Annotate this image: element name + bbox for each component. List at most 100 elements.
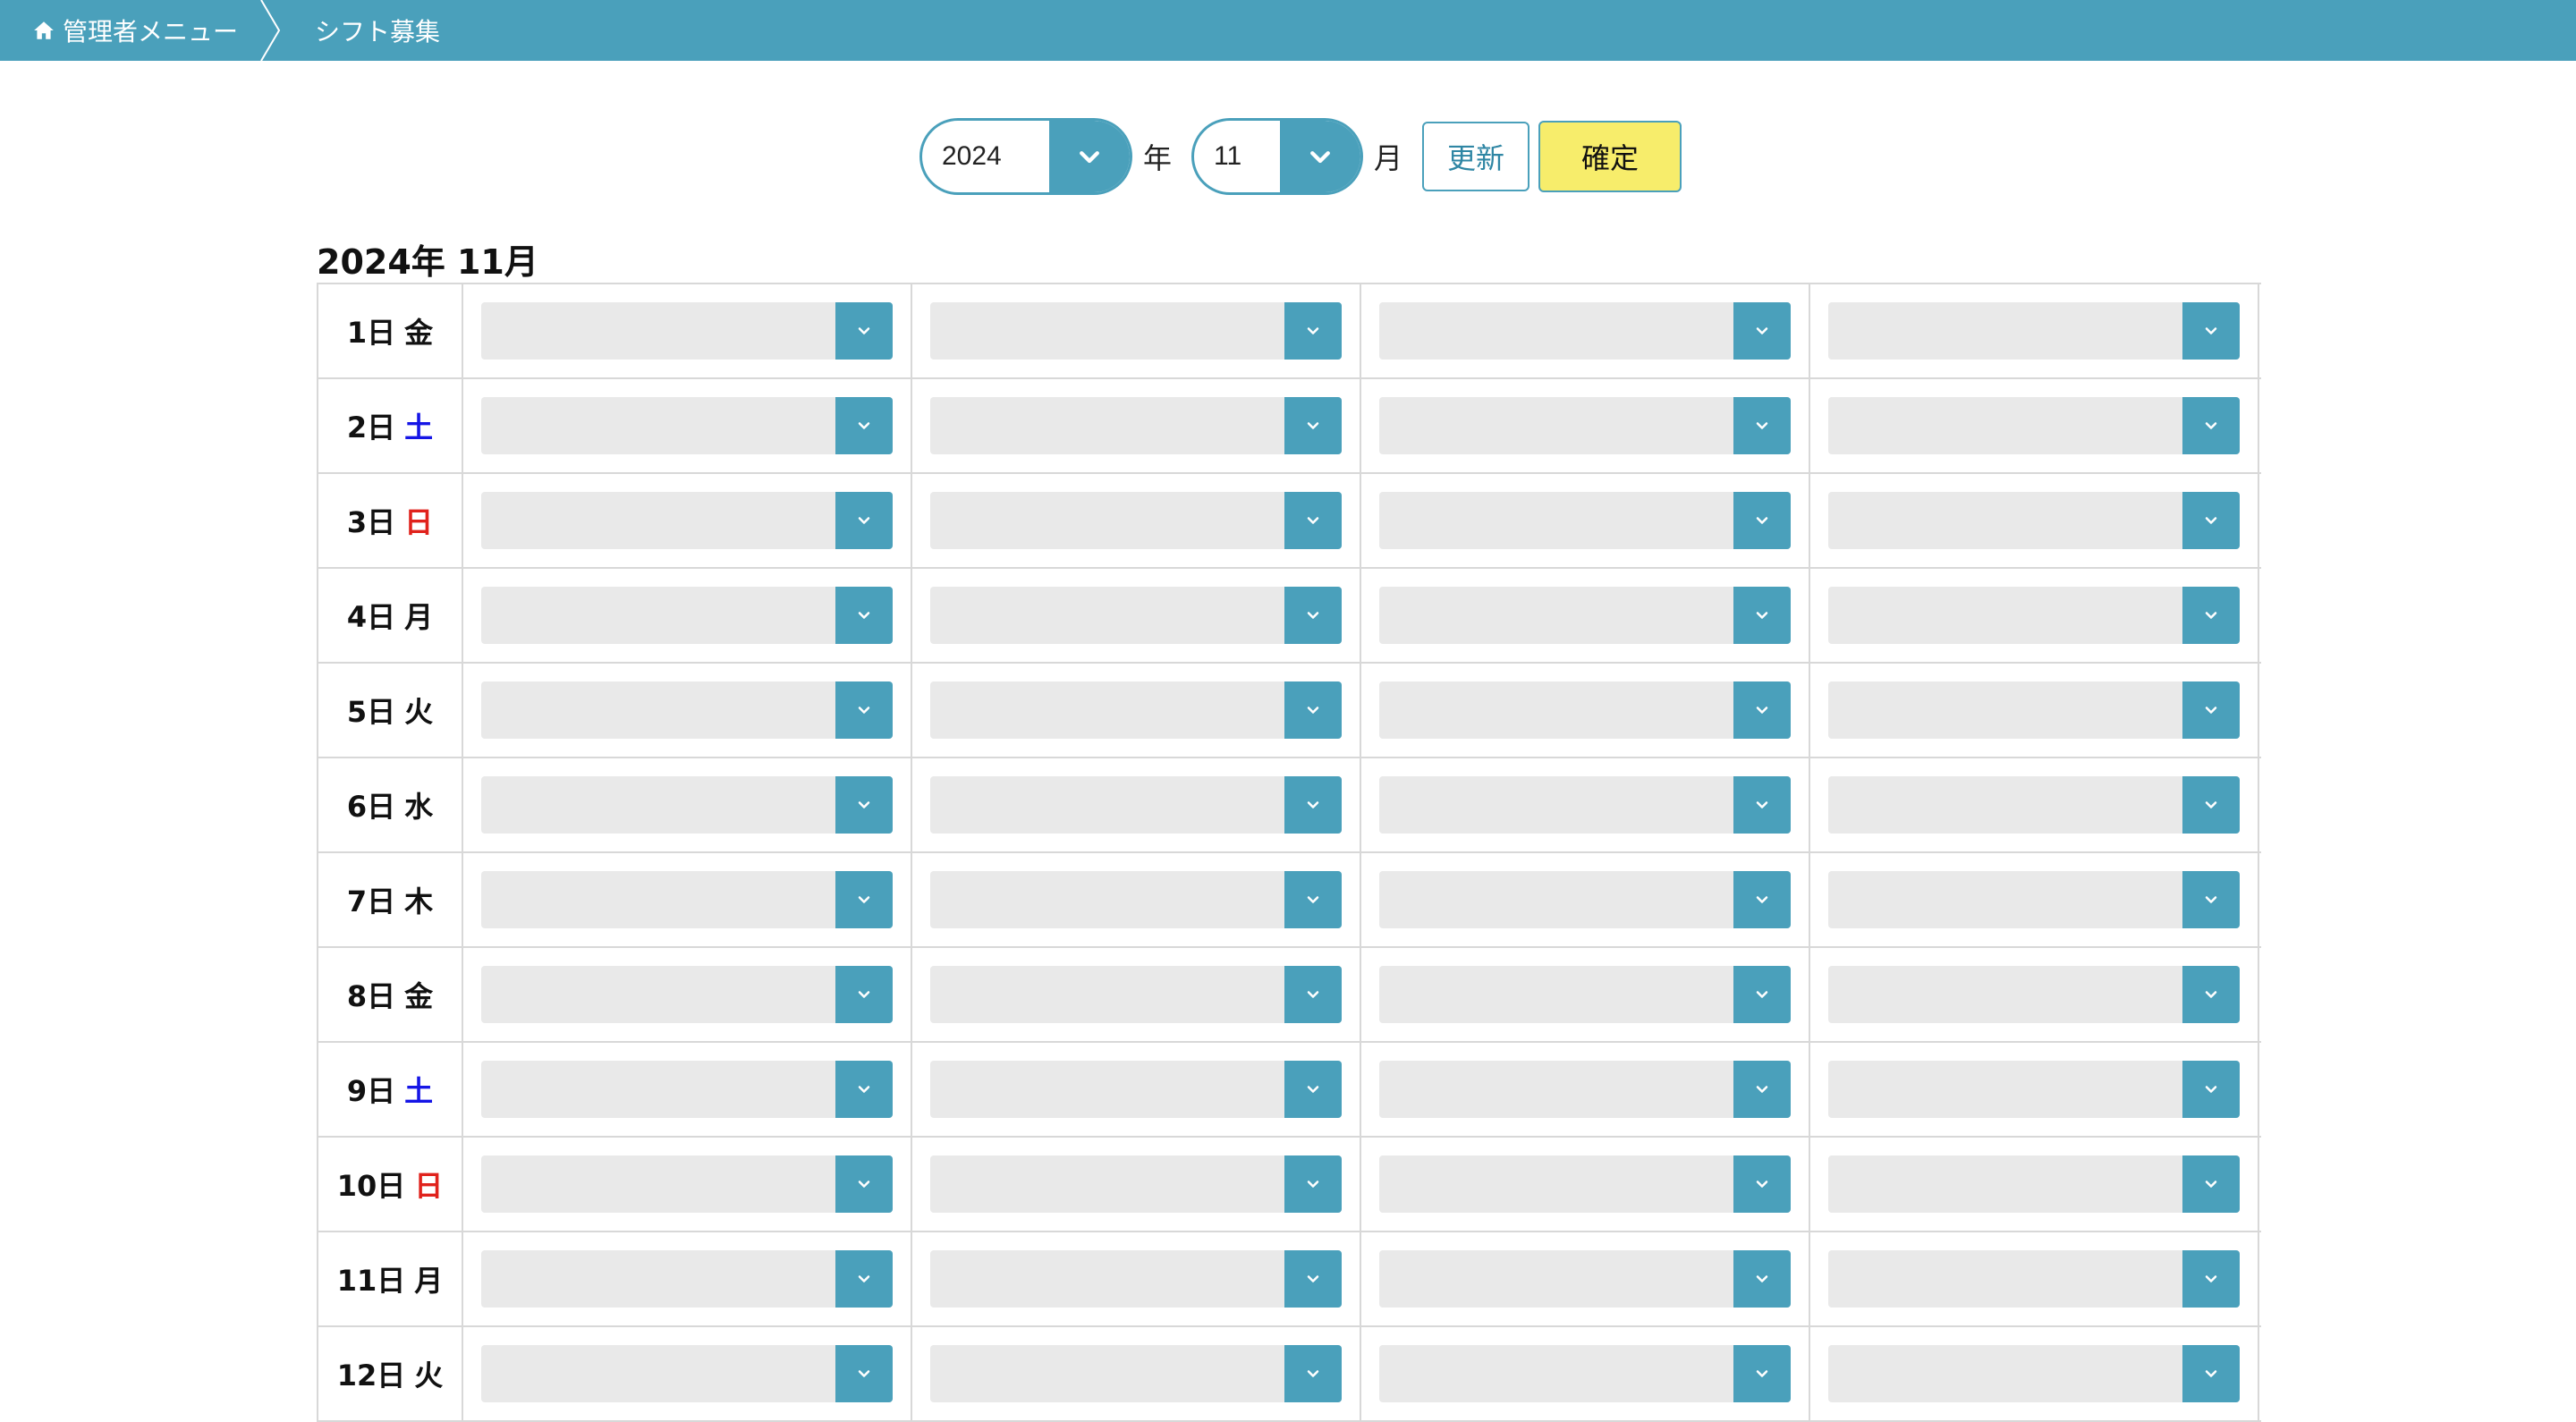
shift-slot-select[interactable]: [481, 587, 893, 644]
shift-slot-arrow[interactable]: [1733, 776, 1791, 834]
shift-slot-select[interactable]: [481, 1345, 893, 1402]
shift-slot-arrow[interactable]: [2182, 681, 2240, 739]
breadcrumb-home[interactable]: 管理者メニュー: [32, 0, 238, 61]
shift-slot-arrow[interactable]: [2182, 776, 2240, 834]
shift-slot-select[interactable]: [930, 966, 1342, 1023]
shift-slot-arrow[interactable]: [2182, 492, 2240, 549]
shift-slot-arrow[interactable]: [1733, 492, 1791, 549]
shift-slot-arrow[interactable]: [1284, 492, 1342, 549]
shift-slot-arrow[interactable]: [1284, 587, 1342, 644]
shift-slot-select[interactable]: [1828, 776, 2240, 834]
shift-slot-arrow[interactable]: [2182, 1250, 2240, 1308]
shift-slot-select[interactable]: [481, 966, 893, 1023]
shift-slot-arrow[interactable]: [1733, 1345, 1791, 1402]
shift-slot-arrow[interactable]: [835, 587, 893, 644]
shift-slot-arrow[interactable]: [1733, 966, 1791, 1023]
shift-slot-arrow[interactable]: [1284, 871, 1342, 928]
shift-slot-select[interactable]: [481, 397, 893, 454]
month-select[interactable]: 11: [1191, 118, 1364, 195]
shift-slot-arrow[interactable]: [835, 1155, 893, 1213]
shift-slot-select[interactable]: [481, 1250, 893, 1308]
shift-slot-arrow[interactable]: [1284, 1061, 1342, 1118]
shift-slot-select[interactable]: [1828, 587, 2240, 644]
shift-slot-select[interactable]: [1379, 776, 1791, 834]
shift-slot-arrow[interactable]: [2182, 1155, 2240, 1213]
shift-slot-arrow[interactable]: [1733, 681, 1791, 739]
shift-slot-select[interactable]: [1379, 492, 1791, 549]
shift-slot-arrow[interactable]: [1733, 587, 1791, 644]
shift-slot-select[interactable]: [481, 492, 893, 549]
shift-slot-arrow[interactable]: [2182, 302, 2240, 360]
shift-slot-select[interactable]: [1379, 587, 1791, 644]
shift-slot-select[interactable]: [930, 776, 1342, 834]
shift-slot-select[interactable]: [1828, 871, 2240, 928]
shift-slot-arrow[interactable]: [1733, 397, 1791, 454]
shift-slot-arrow[interactable]: [835, 871, 893, 928]
shift-slot-arrow[interactable]: [2182, 587, 2240, 644]
shift-slot-arrow[interactable]: [835, 681, 893, 739]
shift-slot-select[interactable]: [481, 1061, 893, 1118]
shift-slot-arrow[interactable]: [1284, 966, 1342, 1023]
shift-slot-select[interactable]: [481, 302, 893, 360]
shift-slot-arrow[interactable]: [1733, 1250, 1791, 1308]
shift-slot-select[interactable]: [481, 681, 893, 739]
shift-slot-arrow[interactable]: [2182, 1061, 2240, 1118]
shift-slot-arrow[interactable]: [1733, 1155, 1791, 1213]
shift-slot-select[interactable]: [1828, 1345, 2240, 1402]
shift-slot-select[interactable]: [930, 302, 1342, 360]
shift-slot-arrow[interactable]: [1284, 1155, 1342, 1213]
shift-slot-select[interactable]: [930, 397, 1342, 454]
update-button[interactable]: 更新: [1422, 122, 1530, 191]
shift-slot-select[interactable]: [1828, 1061, 2240, 1118]
shift-slot-select[interactable]: [930, 492, 1342, 549]
shift-slot-select[interactable]: [930, 1061, 1342, 1118]
shift-slot-select[interactable]: [1379, 1061, 1791, 1118]
shift-slot-select[interactable]: [1828, 966, 2240, 1023]
shift-slot-select[interactable]: [1379, 1345, 1791, 1402]
shift-slot-arrow[interactable]: [835, 1345, 893, 1402]
shift-slot-arrow[interactable]: [835, 776, 893, 834]
shift-slot-arrow[interactable]: [835, 492, 893, 549]
shift-slot-arrow[interactable]: [2182, 871, 2240, 928]
shift-slot-arrow[interactable]: [835, 1061, 893, 1118]
shift-slot-arrow[interactable]: [1284, 1345, 1342, 1402]
shift-slot-arrow[interactable]: [835, 1250, 893, 1308]
shift-slot-select[interactable]: [930, 1345, 1342, 1402]
shift-slot-select[interactable]: [1379, 966, 1791, 1023]
shift-slot-select[interactable]: [1828, 1155, 2240, 1213]
shift-slot-select[interactable]: [1379, 1250, 1791, 1308]
shift-slot-select[interactable]: [1828, 1250, 2240, 1308]
month-select-arrow[interactable]: [1280, 121, 1361, 192]
shift-slot-select[interactable]: [1379, 1155, 1791, 1213]
shift-slot-select[interactable]: [1379, 871, 1791, 928]
shift-slot-arrow[interactable]: [1284, 681, 1342, 739]
shift-slot-select[interactable]: [1379, 681, 1791, 739]
shift-slot-select[interactable]: [481, 776, 893, 834]
shift-slot-select[interactable]: [1828, 492, 2240, 549]
shift-slot-arrow[interactable]: [1284, 302, 1342, 360]
shift-slot-select[interactable]: [1828, 302, 2240, 360]
shift-slot-arrow[interactable]: [2182, 397, 2240, 454]
shift-slot-select[interactable]: [930, 1250, 1342, 1308]
shift-slot-select[interactable]: [481, 871, 893, 928]
shift-slot-select[interactable]: [930, 681, 1342, 739]
shift-slot-arrow[interactable]: [1733, 302, 1791, 360]
year-select[interactable]: 2024: [919, 118, 1132, 195]
shift-slot-arrow[interactable]: [835, 302, 893, 360]
shift-slot-select[interactable]: [1379, 397, 1791, 454]
shift-slot-select[interactable]: [930, 1155, 1342, 1213]
shift-slot-arrow[interactable]: [835, 966, 893, 1023]
shift-slot-arrow[interactable]: [2182, 966, 2240, 1023]
shift-slot-arrow[interactable]: [1284, 1250, 1342, 1308]
shift-slot-arrow[interactable]: [835, 397, 893, 454]
shift-slot-select[interactable]: [481, 1155, 893, 1213]
shift-slot-select[interactable]: [1828, 397, 2240, 454]
shift-slot-arrow[interactable]: [1284, 776, 1342, 834]
shift-slot-arrow[interactable]: [2182, 1345, 2240, 1402]
shift-slot-select[interactable]: [930, 587, 1342, 644]
shift-slot-arrow[interactable]: [1284, 397, 1342, 454]
year-select-arrow[interactable]: [1049, 121, 1130, 192]
shift-slot-arrow[interactable]: [1733, 1061, 1791, 1118]
shift-slot-arrow[interactable]: [1733, 871, 1791, 928]
confirm-button[interactable]: 確定: [1538, 121, 1682, 192]
